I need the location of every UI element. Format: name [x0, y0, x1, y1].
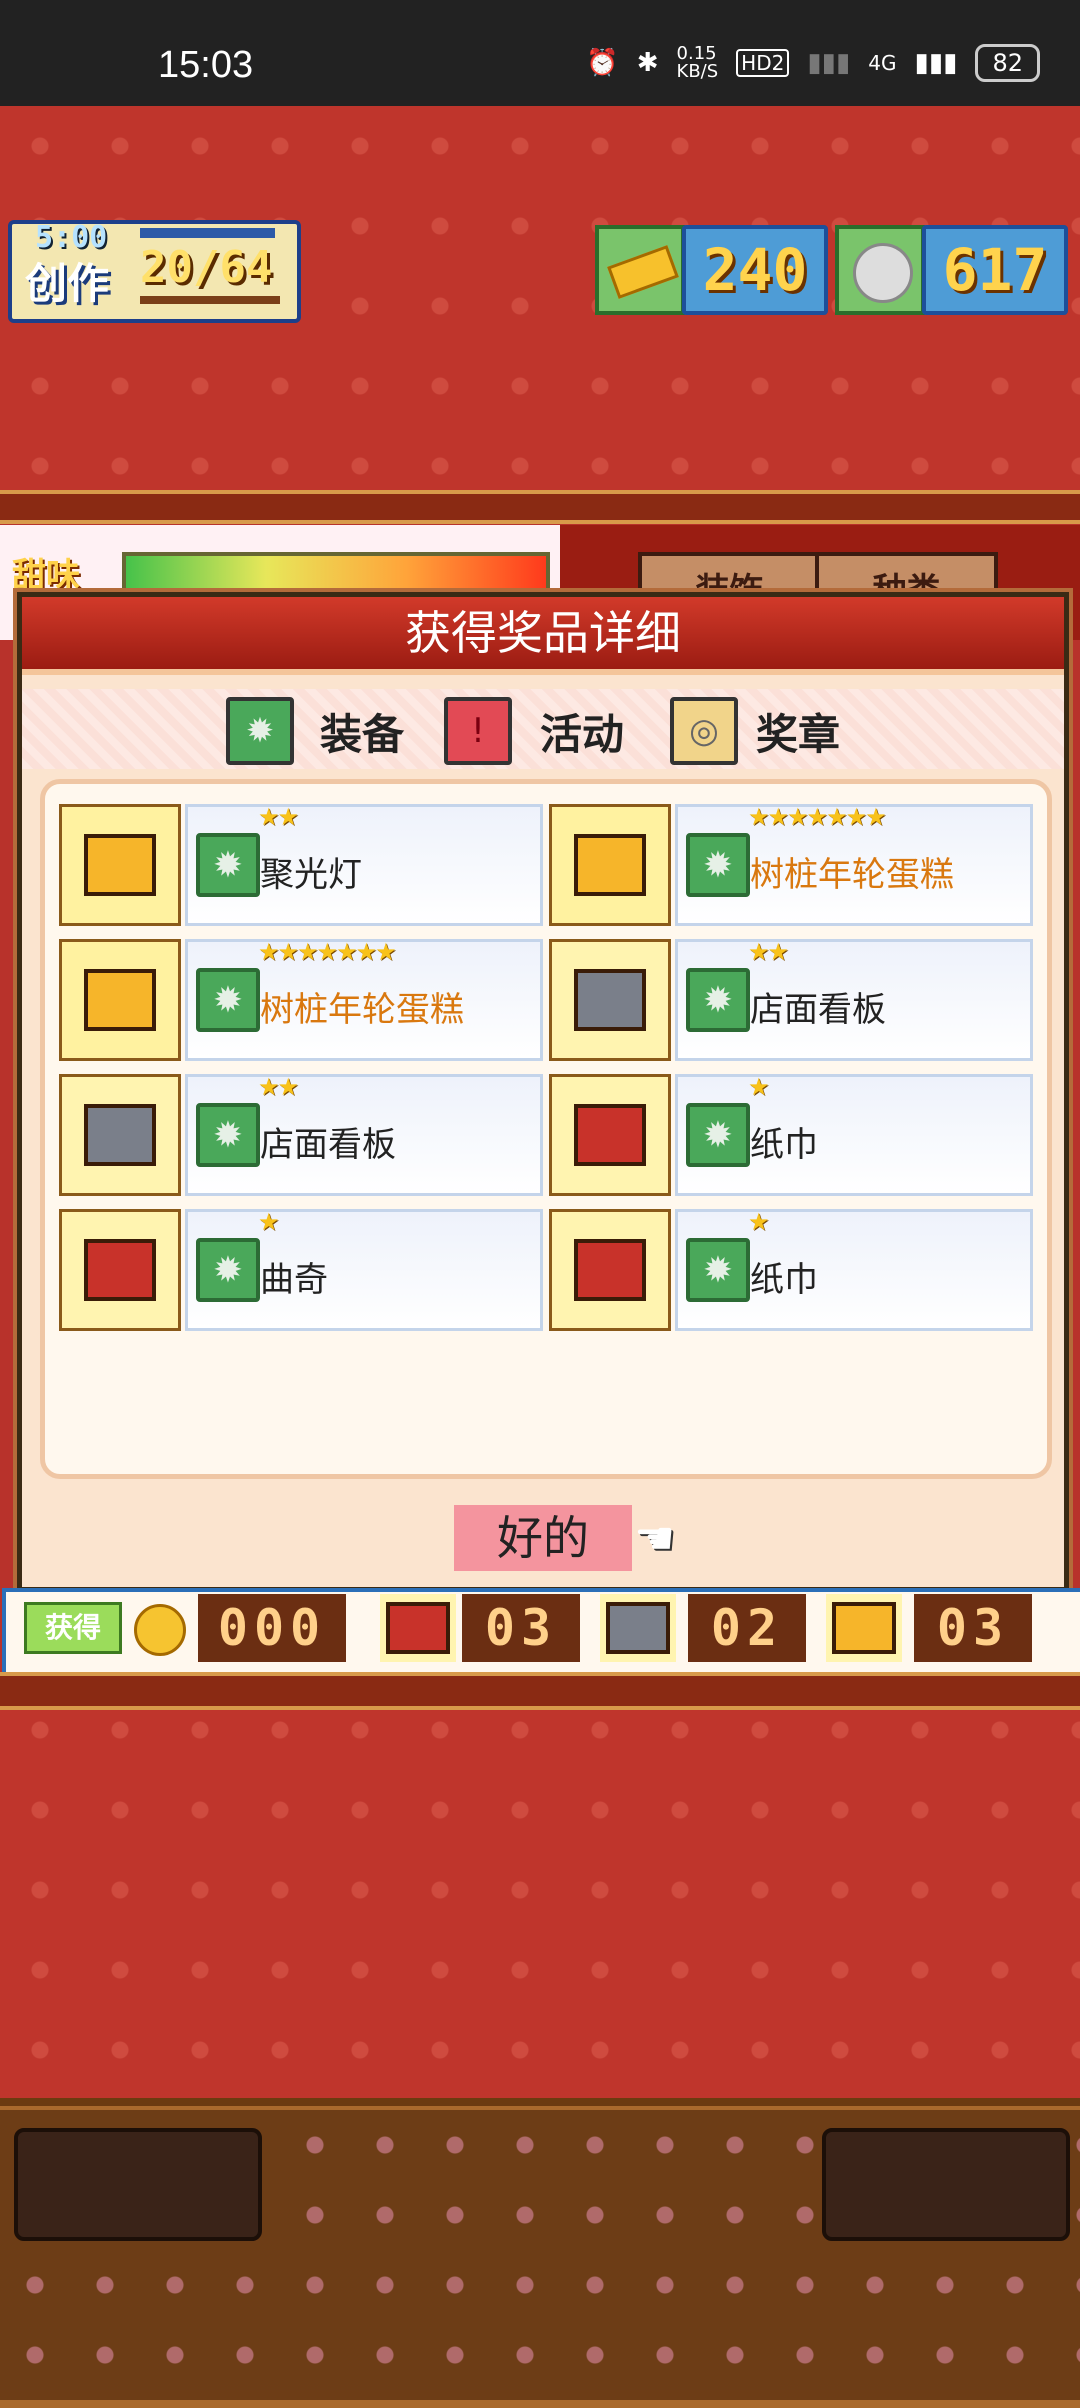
- obtained-label: 获得: [24, 1602, 122, 1654]
- prize-info: ✹ ★★★★★★★ 树桩年轮蛋糕: [185, 938, 543, 1061]
- gear-icon: ✹: [226, 697, 294, 765]
- gear-icon: ✹: [686, 1103, 750, 1167]
- gold-value: 240: [702, 236, 808, 304]
- silver-counter: 617: [922, 225, 1068, 315]
- pointing-hand-icon: ☚: [634, 1511, 676, 1565]
- prize-info: ✹ ★★ 店面看板: [675, 938, 1033, 1061]
- create-label: 创作: [25, 259, 110, 308]
- gold-chest-count: 03: [914, 1594, 1032, 1662]
- coin-count: 000: [198, 1594, 346, 1662]
- status-icons: ⏰ ✱ 0.15 KB/S HD2 ▮▮▮ 4G ▮▮▮ 82: [586, 44, 1040, 82]
- prize-name: 店面看板: [750, 990, 886, 1030]
- prize-item: ✹ ★★ 店面看板: [59, 1073, 543, 1196]
- create-progress-bar: [140, 296, 280, 304]
- bottom-left-button[interactable]: [14, 2128, 262, 2241]
- prize-item: ✹ ★★★★★★★ 树桩年轮蛋糕: [549, 803, 1033, 926]
- exclamation-icon: !: [444, 697, 512, 765]
- taste-tab: 甜味: [12, 556, 80, 596]
- star-rating: ★: [258, 1208, 279, 1236]
- star-rating: ★★: [748, 938, 789, 966]
- create-timer-bar: [140, 228, 275, 238]
- gear-icon: ✹: [196, 1103, 260, 1167]
- gold-chest-icon: [59, 804, 181, 926]
- dialog-title: 获得奖品详细: [405, 606, 681, 660]
- prize-info: ✹ ★★ 聚光灯: [185, 803, 543, 926]
- prize-info: ✹ ★★★★★★★ 树桩年轮蛋糕: [675, 803, 1033, 926]
- star-rating: ★: [748, 1208, 769, 1236]
- prize-name: 曲奇: [260, 1260, 328, 1300]
- star-rating: ★★★★★★★: [748, 803, 887, 831]
- prize-item: ✹ ★★ 聚光灯: [59, 803, 543, 926]
- prize-name: 纸巾: [750, 1125, 818, 1165]
- gear-icon: ✹: [196, 968, 260, 1032]
- red-chest-icon: [549, 1074, 671, 1196]
- prize-item: ✹ ★ 纸巾: [549, 1208, 1033, 1331]
- silver-chest-count: 02: [688, 1594, 806, 1662]
- medal-icon: ◎: [670, 697, 738, 765]
- red-chest-count: 03: [462, 1594, 580, 1662]
- hd-icon: HD2: [736, 49, 790, 77]
- red-chest-icon: [549, 1209, 671, 1331]
- prize-dialog: 获得奖品详细 ✹ 装备 ! 活动 ◎ 奖章 ✹ ★★ 聚光灯 ✹ ★★★★★★★ 树桩年轮…: [17, 592, 1069, 1592]
- gold-chest-icon: [549, 804, 671, 926]
- shelf-divider: [0, 490, 1080, 524]
- prize-item: ✹ ★ 纸巾: [549, 1073, 1033, 1196]
- prize-info: ✹ ★ 纸巾: [675, 1073, 1033, 1196]
- status-time: 15:03: [158, 44, 254, 86]
- gear-icon: ✹: [686, 1238, 750, 1302]
- star-rating: ★★★★★★★: [258, 938, 397, 966]
- prize-name: 纸巾: [750, 1260, 818, 1300]
- gear-icon: ✹: [196, 833, 260, 897]
- gear-icon: ✹: [686, 968, 750, 1032]
- silver-chest-icon: [59, 1074, 181, 1196]
- star-rating: ★★: [258, 803, 299, 831]
- gold-counter: 240: [682, 225, 828, 315]
- prize-item: ✹ ★ 曲奇: [59, 1208, 543, 1331]
- coin-icon: [134, 1604, 186, 1656]
- shelf-divider-lower: [0, 1672, 1080, 1710]
- net-speed: 0.15 KB/S: [676, 43, 719, 82]
- gear-icon: ✹: [196, 1238, 260, 1302]
- star-rating: ★: [748, 1073, 769, 1101]
- silver-coin-icon: [835, 225, 925, 315]
- alarm-icon: ⏰: [586, 48, 619, 78]
- network-type: 4G: [868, 51, 897, 75]
- gold-chest-icon: [826, 1594, 902, 1662]
- prize-name: 聚光灯: [260, 855, 362, 895]
- silver-chest-icon: [549, 939, 671, 1061]
- prize-item: ✹ ★★ 店面看板: [549, 938, 1033, 1061]
- prize-info: ✹ ★★ 店面看板: [185, 1073, 543, 1196]
- gold-bar-icon: [595, 225, 685, 315]
- legend-event: 活动: [540, 710, 625, 759]
- bottom-right-button[interactable]: [822, 2128, 1070, 2241]
- signal-icon-2: ▮▮▮: [914, 48, 958, 78]
- prize-list: ✹ ★★ 聚光灯 ✹ ★★★★★★★ 树桩年轮蛋糕 ✹ ★★★★★★★ 树桩年轮蛋糕 ✹ ★★ 店面看…: [40, 779, 1052, 1479]
- battery-icon: 82: [975, 44, 1040, 82]
- prize-item: ✹ ★★★★★★★ 树桩年轮蛋糕: [59, 938, 543, 1061]
- legend-equipment: 装备: [320, 710, 405, 759]
- star-rating: ★★: [258, 1073, 299, 1101]
- ok-button[interactable]: 好的: [454, 1505, 632, 1571]
- gold-chest-icon: [59, 939, 181, 1061]
- status-bar: 15:03 ⏰ ✱ 0.15 KB/S HD2 ▮▮▮ 4G ▮▮▮ 82: [0, 0, 1080, 106]
- signal-icon: ▮▮▮: [807, 48, 851, 78]
- bluetooth-icon: ✱: [636, 48, 659, 78]
- red-chest-icon: [380, 1594, 456, 1662]
- silver-chest-icon: [600, 1594, 676, 1662]
- prize-info: ✹ ★ 纸巾: [675, 1208, 1033, 1331]
- legend-medal: 奖章: [756, 710, 841, 759]
- silver-value: 617: [942, 236, 1048, 304]
- red-chest-icon: [59, 1209, 181, 1331]
- prize-info: ✹ ★ 曲奇: [185, 1208, 543, 1331]
- prize-name: 店面看板: [260, 1125, 396, 1165]
- middle-background: [0, 1690, 1080, 2100]
- gear-icon: ✹: [686, 833, 750, 897]
- prize-name: 树桩年轮蛋糕: [260, 990, 464, 1030]
- create-count: 20/64: [140, 242, 273, 293]
- prize-name: 树桩年轮蛋糕: [750, 855, 954, 895]
